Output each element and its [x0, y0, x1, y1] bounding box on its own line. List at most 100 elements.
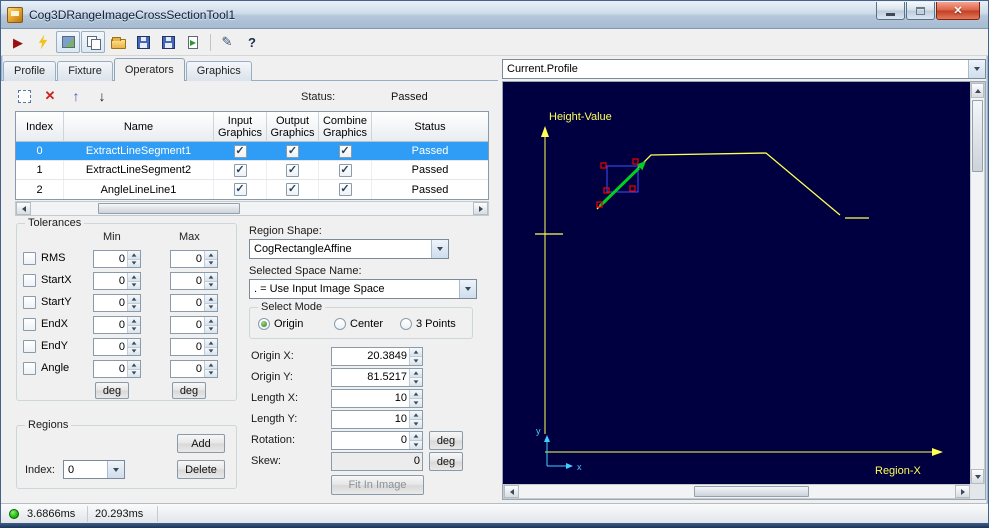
region-handle[interactable] [600, 162, 607, 169]
spin-down-icon[interactable] [205, 302, 217, 311]
spin-down-icon[interactable] [128, 368, 140, 377]
startx-min-spinner[interactable]: 0 [93, 272, 141, 290]
scroll-right-button[interactable] [473, 202, 488, 215]
region-shape-dropdown[interactable]: CogRectangleAffine [249, 239, 449, 259]
spin-down-icon[interactable] [128, 258, 140, 267]
spin-up-icon[interactable] [205, 317, 217, 325]
combine-graphics-checkbox[interactable] [338, 183, 352, 196]
run-electric-button[interactable] [31, 31, 55, 53]
scrollbar-thumb[interactable] [98, 203, 240, 214]
delete-region-button[interactable]: Delete [177, 460, 225, 479]
chevron-down-icon[interactable] [968, 60, 985, 78]
length-x-field[interactable]: 10 [331, 389, 423, 408]
spin-up-icon[interactable] [410, 369, 422, 377]
spin-up-icon[interactable] [128, 339, 140, 347]
spin-down-icon[interactable] [128, 280, 140, 289]
signature-button[interactable]: ✎ [215, 31, 239, 53]
output-graphics-checkbox[interactable] [286, 163, 299, 177]
rms-min-spinner[interactable]: 0 [93, 250, 141, 268]
table-row[interactable]: 0 ExtractLineSegment1 Passed [16, 142, 488, 161]
chevron-down-icon[interactable] [431, 240, 448, 258]
spin-down-icon[interactable] [205, 324, 217, 333]
spin-down-icon[interactable] [205, 368, 217, 377]
scroll-down-button[interactable] [971, 469, 984, 484]
endy-max-spinner[interactable]: 0 [170, 338, 218, 356]
combine-graphics-checkbox[interactable] [338, 163, 352, 177]
radio-3-points[interactable]: 3 Points [400, 318, 456, 330]
region-handle[interactable] [629, 185, 636, 192]
add-operator-button[interactable] [13, 86, 35, 106]
record-selector-dropdown[interactable]: Current.Profile [502, 59, 986, 79]
spin-down-icon[interactable] [205, 346, 217, 355]
tab-profile[interactable]: Profile [3, 61, 57, 81]
scroll-left-button[interactable] [16, 202, 31, 215]
starty-max-spinner[interactable]: 0 [170, 294, 218, 312]
run-button[interactable]: ▶ [6, 31, 30, 53]
spin-down-icon[interactable] [410, 440, 422, 449]
spin-up-icon[interactable] [128, 251, 140, 259]
spin-down-icon[interactable] [128, 302, 140, 311]
scroll-right-button[interactable] [955, 485, 970, 498]
help-button[interactable]: ? [240, 31, 264, 53]
region-arrow[interactable] [598, 166, 641, 208]
endx-checkbox[interactable] [23, 318, 36, 331]
spin-up-icon[interactable] [128, 273, 140, 281]
rms-max-spinner[interactable]: 0 [170, 250, 218, 268]
spin-down-icon[interactable] [410, 398, 422, 407]
minimize-button[interactable] [876, 2, 905, 20]
region-rectangle[interactable] [606, 165, 639, 193]
spin-up-icon[interactable] [410, 411, 422, 419]
save-as-button[interactable] [156, 31, 180, 53]
spin-down-icon[interactable] [205, 258, 217, 267]
input-graphics-checkbox[interactable] [233, 163, 247, 177]
region-index-dropdown[interactable]: 0 [63, 460, 125, 479]
tab-graphics[interactable]: Graphics [185, 61, 252, 81]
origin-x-field[interactable]: 20.3849 [331, 347, 423, 366]
move-down-button[interactable]: ↓ [91, 86, 113, 106]
add-region-button[interactable]: Add [177, 434, 225, 453]
scrollbar-thumb[interactable] [694, 486, 809, 497]
open-button[interactable] [106, 31, 130, 53]
spin-up-icon[interactable] [410, 390, 422, 398]
spin-down-icon[interactable] [410, 419, 422, 428]
spin-up-icon[interactable] [205, 273, 217, 281]
spin-up-icon[interactable] [128, 317, 140, 325]
tab-operators[interactable]: Operators [113, 58, 185, 81]
spin-down-icon[interactable] [410, 377, 422, 386]
endy-min-spinner[interactable]: 0 [93, 338, 141, 356]
spin-up-icon[interactable] [128, 361, 140, 369]
skew-deg-button[interactable]: deg [429, 452, 463, 471]
close-button[interactable]: ✕ [936, 2, 980, 20]
spin-up-icon[interactable] [205, 361, 217, 369]
origin-y-field[interactable]: 81.5217 [331, 368, 423, 387]
selected-space-dropdown[interactable]: . = Use Input Image Space [249, 279, 477, 299]
spin-down-icon[interactable] [128, 324, 140, 333]
scroll-up-button[interactable] [971, 83, 984, 98]
max-deg-button[interactable]: deg [172, 382, 206, 399]
table-row[interactable]: 2 AngleLineLine1 Passed [16, 180, 488, 199]
region-handle[interactable] [632, 158, 639, 165]
maximize-button[interactable] [906, 2, 935, 20]
output-graphics-checkbox[interactable] [286, 183, 299, 196]
tab-fixture[interactable]: Fixture [57, 61, 113, 81]
input-graphics-checkbox[interactable] [233, 183, 247, 196]
copy-results-button[interactable] [81, 31, 105, 53]
chevron-down-icon[interactable] [107, 461, 124, 478]
save-button[interactable] [131, 31, 155, 53]
angle-checkbox[interactable] [23, 362, 36, 375]
startx-max-spinner[interactable]: 0 [170, 272, 218, 290]
display-horizontal-scrollbar[interactable] [503, 484, 971, 499]
angle-max-spinner[interactable]: 0 [170, 360, 218, 378]
app-icon[interactable] [7, 6, 23, 23]
table-row[interactable]: 1 ExtractLineSegment2 Passed [16, 161, 488, 180]
endx-min-spinner[interactable]: 0 [93, 316, 141, 334]
startx-checkbox[interactable] [23, 274, 36, 287]
output-graphics-checkbox[interactable] [286, 144, 299, 158]
spin-up-icon[interactable] [410, 348, 422, 356]
spin-up-icon[interactable] [410, 432, 422, 440]
endy-checkbox[interactable] [23, 340, 36, 353]
spin-down-icon[interactable] [410, 356, 422, 365]
spin-up-icon[interactable] [205, 295, 217, 303]
import-button[interactable] [181, 31, 205, 53]
grid-horizontal-scrollbar[interactable] [15, 201, 489, 216]
